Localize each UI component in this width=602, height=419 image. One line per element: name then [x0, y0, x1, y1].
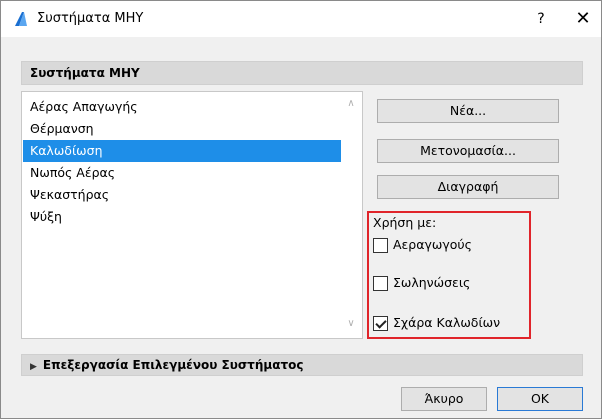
new-button[interactable]: Νέα...	[377, 99, 559, 123]
help-button[interactable]: ?	[531, 9, 551, 29]
checkbox-pipes-label: Σωληνώσεις	[393, 275, 471, 290]
edit-system-section-title: Επεξεργασία Επιλεγμένου Συστήματος	[42, 358, 304, 372]
close-button[interactable]: ✕	[571, 7, 595, 31]
systems-section-header: Συστήματα ΜΗΥ	[21, 61, 583, 85]
expand-triangle-icon[interactable]: ▶	[30, 362, 37, 372]
list-item-selected[interactable]: Καλωδίωση	[23, 140, 341, 162]
list-item[interactable]: Θέρμανση	[23, 118, 341, 140]
edit-system-section-header[interactable]: ▶ Επεξεργασία Επιλεγμένου Συστήματος	[21, 354, 583, 376]
list-item[interactable]: Αέρας Απαγωγής	[23, 96, 341, 118]
checkbox-cable-tray-box[interactable]	[373, 316, 388, 331]
checkbox-pipes-box[interactable]	[373, 276, 388, 291]
rename-button[interactable]: Μετονομασία...	[377, 139, 559, 163]
checkbox-cable-tray-label: Σχάρα Καλωδίων	[393, 315, 501, 330]
delete-button[interactable]: Διαγραφή	[377, 175, 559, 199]
usage-label: Χρήση με:	[373, 215, 437, 230]
systems-list[interactable]: Αέρας Απαγωγής Θέρμανση Καλωδίωση Νωπός …	[21, 91, 363, 339]
title-bar: Συστήματα ΜΗΥ ? ✕	[1, 1, 601, 37]
window-title: Συστήματα ΜΗΥ	[37, 11, 144, 26]
app-logo-icon	[15, 12, 27, 26]
dialog-window: Συστήματα ΜΗΥ ? ✕ Συστήματα ΜΗΥ Αέρας Απ…	[0, 0, 602, 419]
list-item[interactable]: Νωπός Αέρας	[23, 162, 341, 184]
cancel-button[interactable]: Άκυρο	[401, 387, 487, 411]
scroll-down-icon[interactable]: ∨	[344, 318, 358, 330]
checkbox-ducts-box[interactable]	[373, 238, 388, 253]
ok-button[interactable]: OK	[497, 387, 583, 411]
checkbox-ducts-label: Αεραγωγούς	[393, 237, 472, 252]
scroll-up-icon[interactable]: ∧	[344, 98, 358, 110]
list-item[interactable]: Ψύξη	[23, 206, 341, 228]
list-item[interactable]: Ψεκαστήρας	[23, 184, 341, 206]
